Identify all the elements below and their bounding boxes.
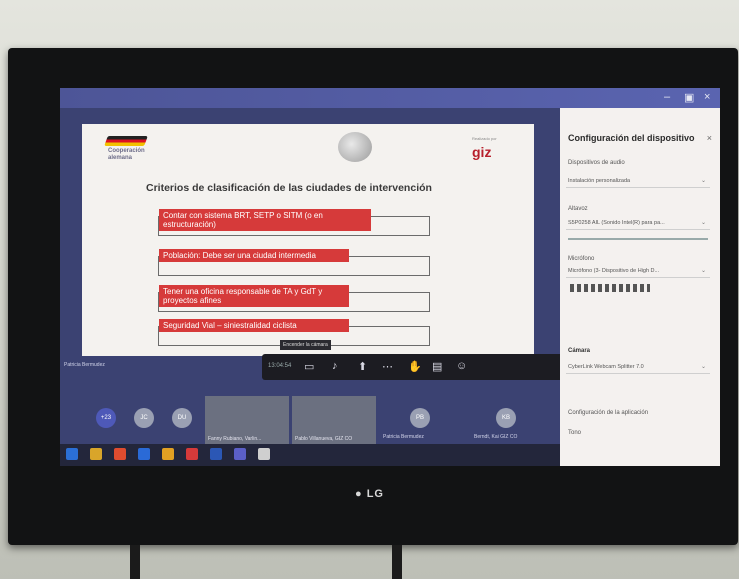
tv-stand-right <box>392 545 402 579</box>
criterion-box: Contar con sistema BRT, SETP o SITM (o e… <box>158 209 430 236</box>
app-config-label: Configuración de la aplicación <box>568 410 649 416</box>
microphone-select[interactable]: Micrófono (3- Dispositivo de High D... ⌄ <box>566 264 710 278</box>
app-icon[interactable] <box>258 448 270 460</box>
microphone-level-meter <box>570 284 650 292</box>
raise-hand-icon[interactable]: ✋ <box>408 360 422 373</box>
flag-icon <box>104 136 148 146</box>
speaker-label: Altavoz <box>568 206 588 212</box>
video-tile[interactable]: Pablo Villanueva, GIZ CO <box>292 396 376 444</box>
chevron-down-icon: ⌄ <box>700 364 706 370</box>
globe-icon <box>338 132 372 162</box>
participants-icon[interactable]: ☺ <box>456 360 467 372</box>
criterion-box: Población: Debe ser una ciudad intermedi… <box>158 249 430 276</box>
app-icon[interactable] <box>114 448 126 460</box>
presenter-name: Patricia Bermudez <box>64 362 105 368</box>
participant-avatar[interactable]: +23 <box>96 408 116 428</box>
camera-value: CyberLink Webcam Splitter 7.0 <box>568 364 644 370</box>
tv-brand-logo: ● LG <box>355 488 384 500</box>
criterion-label: Contar con sistema BRT, SETP o SITM (o e… <box>159 209 371 231</box>
microphone-value: Micrófono (3- Dispositivo de High D... <box>568 268 660 274</box>
participant-avatar[interactable]: DU <box>172 408 192 428</box>
participant-label: Berndt, Kai GIZ CO <box>474 434 518 440</box>
share-screen-icon[interactable]: ⬆ <box>358 360 367 373</box>
teams-icon[interactable] <box>234 448 246 460</box>
window-titlebar: – ▣ × <box>60 88 720 108</box>
panel-title: Configuración del dispositivo <box>568 133 695 143</box>
chevron-down-icon: ⌄ <box>700 178 706 184</box>
app-icon[interactable] <box>138 448 150 460</box>
app-icon[interactable] <box>186 448 198 460</box>
criterion-label: Población: Debe ser una ciudad intermedi… <box>159 249 349 262</box>
participant-avatar[interactable]: PB <box>410 408 430 428</box>
video-caption: Fanny Rubiano, Varlin... <box>208 436 262 442</box>
audio-devices-value: Instalación personalizada <box>568 178 631 184</box>
video-tile[interactable]: Fanny Rubiano, Varlin... <box>205 396 289 444</box>
audio-devices-select[interactable]: Instalación personalizada ⌄ <box>566 174 710 188</box>
chrome-icon[interactable] <box>162 448 174 460</box>
camera-tooltip: Encender la cámara <box>280 340 331 350</box>
tv-stand-left <box>130 545 140 579</box>
video-caption: Pablo Villanueva, GIZ CO <box>295 436 353 442</box>
giz-caption: Realizado por <box>472 136 497 141</box>
cooperacion-alemana-logo: Cooperación alemana <box>104 136 162 162</box>
speaker-select[interactable]: S5P0258 AIL (Sonido Intel(R) para pa... … <box>566 216 710 230</box>
criterion-box: Tener una oficina responsable de TA y Gd… <box>158 285 430 312</box>
close-icon[interactable]: × <box>704 91 710 103</box>
presentation-slide: Cooperación alemana Realizado por giz Cr… <box>82 124 534 356</box>
meeting-toolbar: 13:04:54 ▭ ♪ ⬆ ⋯ ✋ ▤ ☺ ☎ <box>262 354 584 380</box>
chevron-down-icon: ⌄ <box>700 220 706 226</box>
giz-logo: giz <box>472 144 492 160</box>
call-timer: 13:04:54 <box>268 363 292 369</box>
criterion-label: Seguridad Vial – siniestralidad ciclista <box>159 319 349 332</box>
maximize-icon[interactable]: ▣ <box>684 91 694 104</box>
more-options-icon[interactable]: ⋯ <box>382 360 393 373</box>
microphone-icon[interactable]: ♪ <box>332 360 338 372</box>
word-icon[interactable] <box>210 448 222 460</box>
tone-label: Tono <box>568 430 582 436</box>
chat-icon[interactable]: ▤ <box>432 360 442 373</box>
camera-select[interactable]: CyberLink Webcam Splitter 7.0 ⌄ <box>566 360 710 374</box>
tv-brand-text: LG <box>366 488 384 500</box>
monitor-screen: – ▣ × Cooperación alemana Realizado por … <box>60 88 720 466</box>
criterion-label: Tener una oficina responsable de TA y Gd… <box>159 285 349 307</box>
device-settings-panel: Configuración del dispositivo × Disposit… <box>560 108 720 466</box>
minimize-icon[interactable]: – <box>664 91 670 103</box>
chevron-down-icon: ⌄ <box>700 268 706 274</box>
start-icon[interactable] <box>66 448 78 460</box>
participant-avatar[interactable]: KB <box>496 408 516 428</box>
camera-label: Cámara <box>568 348 591 354</box>
close-icon[interactable]: × <box>707 133 712 143</box>
microphone-label: Micrófono <box>568 256 595 262</box>
participant-avatar[interactable]: JC <box>134 408 154 428</box>
speaker-volume-slider[interactable] <box>568 238 708 240</box>
audio-devices-label: Dispositivos de audio <box>568 160 625 166</box>
logo-text: Cooperación alemana <box>108 148 145 161</box>
participant-label: Patricia Bermudez <box>383 434 424 440</box>
camera-icon[interactable]: ▭ <box>304 360 314 373</box>
speaker-value: S5P0258 AIL (Sonido Intel(R) para pa... <box>568 220 665 226</box>
slide-title: Criterios de clasificación de las ciudad… <box>146 182 432 194</box>
file-explorer-icon[interactable] <box>90 448 102 460</box>
windows-taskbar <box>60 444 560 466</box>
